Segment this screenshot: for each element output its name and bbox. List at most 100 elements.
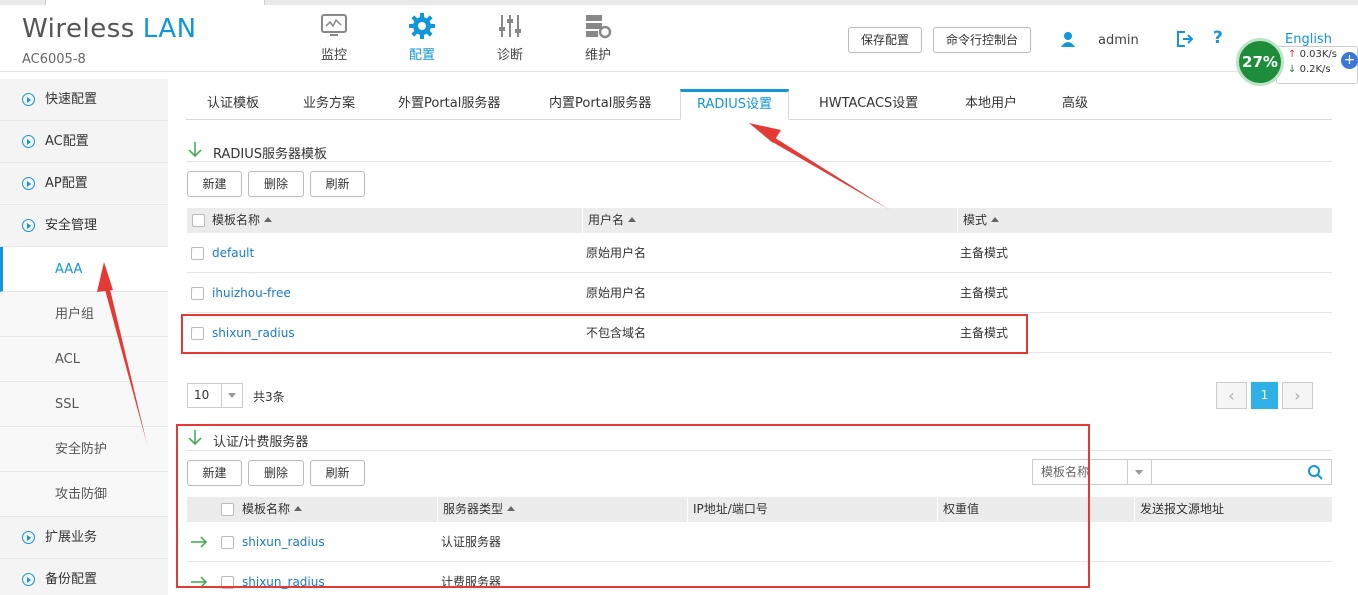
template-mode: 主备模式: [960, 246, 1009, 260]
sort-asc-icon: [628, 217, 637, 222]
sidebar-sub-attack-defense[interactable]: 攻击防御: [0, 472, 168, 517]
annotation-arrow-radius-tab: [749, 123, 890, 210]
sidebar-sub-label: SSL: [55, 397, 79, 412]
sidebar-sub-aaa[interactable]: AAA: [0, 247, 168, 292]
circle-play-icon: [22, 573, 35, 586]
sidebar-item-label: 快速配置: [45, 92, 98, 107]
nav-maintain-label: 维护: [584, 48, 611, 63]
chevron-down-icon: [221, 384, 242, 407]
sidebar-sub-user-group[interactable]: 用户组: [0, 292, 168, 337]
column-mode[interactable]: 模式: [957, 208, 1332, 233]
monitor-icon: [290, 12, 378, 40]
sidebar-sub-acl[interactable]: ACL: [0, 337, 168, 382]
server-maintain-icon: [554, 12, 642, 40]
column-label: 模式: [963, 213, 988, 227]
nav-config[interactable]: 配置: [378, 12, 466, 63]
download-speed-value: 0.2K/s: [1299, 64, 1331, 75]
annotation-box-row: [181, 314, 1028, 354]
nav-monitor-label: 监控: [320, 48, 347, 63]
section-title-text: RADIUS服务器模板: [213, 147, 328, 162]
total-count: 共3条: [253, 390, 285, 404]
upload-speed: ↑ 0.03K/s: [1288, 49, 1337, 60]
column-template-name[interactable]: 模板名称: [207, 208, 581, 233]
tab-internal-portal[interactable]: 内置Portal服务器: [533, 89, 667, 120]
top-header: Wireless LAN AC6005-8 监控 配置 诊断 维护 保存配置 命…: [0, 0, 1358, 72]
tab-radius[interactable]: RADIUS设置: [680, 89, 790, 120]
sidebar-item-label: AC配置: [45, 134, 89, 149]
download-speed: ↓ 0.2K/s: [1288, 64, 1331, 75]
main-nav: 监控 配置 诊断 维护: [290, 12, 642, 63]
cpu-usage-circle: 27%: [1236, 38, 1284, 86]
column-username[interactable]: 用户名: [582, 208, 956, 233]
tab-local-user[interactable]: 本地用户: [949, 89, 1033, 120]
cli-console-button[interactable]: 命令行控制台: [933, 27, 1032, 53]
nav-config-label: 配置: [408, 48, 435, 63]
column-label: 用户名: [588, 213, 625, 227]
save-config-button[interactable]: 保存配置: [848, 27, 923, 53]
tab-service-scheme[interactable]: 业务方案: [287, 89, 371, 120]
nav-maintain[interactable]: 维护: [554, 12, 642, 63]
brand-title-lan: LAN: [142, 14, 197, 44]
refresh-template-button[interactable]: 刷新: [310, 171, 365, 197]
column-label: 发送报文源地址: [1140, 502, 1225, 516]
row-checkbox[interactable]: [191, 287, 204, 300]
circle-play-icon: [22, 219, 35, 232]
nav-monitor[interactable]: 监控: [290, 12, 378, 63]
plus-icon[interactable]: +: [1341, 52, 1358, 69]
sidebar-item-quick-config[interactable]: 快速配置: [0, 79, 168, 121]
sidebar-sub-label: ACL: [55, 352, 80, 367]
template-username: 原始用户名: [586, 246, 647, 260]
sidebar-item-label: AP配置: [45, 176, 88, 191]
circle-play-icon: [22, 93, 35, 106]
sidebar-sub-protection[interactable]: 安全防护: [0, 427, 168, 472]
template-name-link[interactable]: ihuizhou-free: [212, 273, 291, 313]
column-source-address: 发送报文源地址: [1134, 497, 1332, 522]
nav-diagnose-label: 诊断: [496, 48, 523, 63]
delete-template-button[interactable]: 删除: [248, 171, 304, 197]
sidebar-item-security[interactable]: 安全管理: [0, 205, 168, 247]
down-arrow-icon: ↓: [1288, 64, 1297, 75]
sort-asc-icon: [264, 217, 273, 222]
sidebar-sub-label: 攻击防御: [55, 487, 108, 502]
tab-advanced[interactable]: 高级: [1046, 89, 1104, 120]
next-page-button[interactable]: ›: [1282, 382, 1313, 409]
table-row: ihuizhou-free 原始用户名 主备模式: [187, 273, 1332, 313]
sidebar: 快速配置 AC配置 AP配置 安全管理 AAA 用户组 ACL SSL 安全防护…: [0, 79, 168, 595]
network-speed-widget: 27% ↑ 0.03K/s ↓ 0.2K/s +: [1236, 38, 1358, 86]
row-checkbox[interactable]: [191, 247, 204, 260]
sidebar-item-label: 备份配置: [45, 572, 98, 587]
template-name-link[interactable]: default: [212, 233, 254, 273]
nav-diagnose[interactable]: 诊断: [466, 12, 554, 63]
upload-speed-value: 0.03K/s: [1299, 49, 1337, 60]
new-template-button[interactable]: 新建: [187, 171, 242, 197]
template-username: 原始用户名: [586, 286, 647, 300]
page-1-button[interactable]: 1: [1251, 382, 1278, 409]
page-size-select[interactable]: 10: [187, 383, 243, 408]
sidebar-item-backup[interactable]: 备份配置: [0, 559, 168, 595]
brand-title-main: Wireless: [22, 14, 135, 44]
sidebar-item-label: 安全管理: [45, 218, 98, 233]
browser-strip: [0, 0, 1358, 5]
section-divider: [187, 161, 1332, 162]
tab-auth-template[interactable]: 认证模板: [191, 89, 275, 120]
select-all-checkbox[interactable]: [192, 214, 205, 227]
tab-external-portal[interactable]: 外置Portal服务器: [382, 89, 516, 120]
sidebar-item-ac-config[interactable]: AC配置: [0, 121, 168, 163]
sidebar-sub-ssl[interactable]: SSL: [0, 382, 168, 427]
brand-title: Wireless LAN: [22, 14, 197, 44]
config-tabs: 认证模板 业务方案 外置Portal服务器 内置Portal服务器 RADIUS…: [186, 89, 1332, 120]
up-arrow-icon: ↑: [1288, 49, 1297, 60]
logout-icon[interactable]: [1176, 30, 1194, 52]
sort-asc-icon: [991, 217, 1000, 222]
sidebar-item-extension[interactable]: 扩展业务: [0, 517, 168, 559]
search-input[interactable]: [1153, 460, 1303, 484]
circle-play-icon: [22, 531, 35, 544]
prev-page-button[interactable]: ‹: [1216, 382, 1247, 409]
help-icon[interactable]: ?: [1213, 28, 1223, 48]
search-icon[interactable]: [1307, 464, 1323, 480]
sidebar-sub-label: 用户组: [55, 307, 95, 322]
tab-hwtacacs[interactable]: HWTACACS设置: [803, 89, 934, 120]
sidebar-item-ap-config[interactable]: AP配置: [0, 163, 168, 205]
gear-icon: [378, 12, 466, 40]
device-model: AC6005-8: [22, 52, 86, 67]
